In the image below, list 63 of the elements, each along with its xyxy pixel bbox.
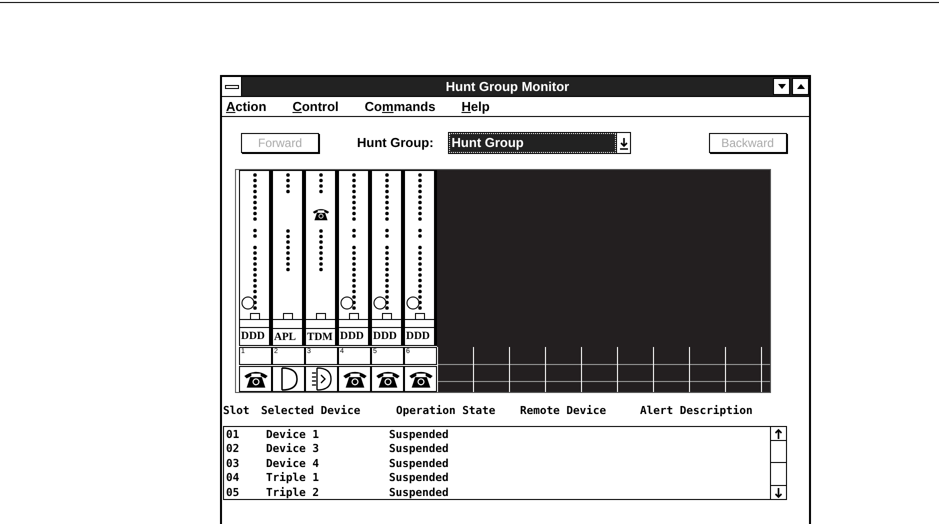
card-label: TDM bbox=[306, 330, 333, 344]
column-header: Alert Description bbox=[640, 403, 754, 419]
table-cell-text: 04 bbox=[226, 471, 240, 486]
line-card[interactable]: APL bbox=[272, 170, 305, 346]
table-cell-text: 05 bbox=[226, 486, 240, 500]
line-card[interactable]: DDD bbox=[239, 170, 272, 346]
line-card[interactable]: TDM bbox=[305, 170, 338, 346]
table-cell-text: Device 3 bbox=[266, 442, 320, 456]
column-header: Remote Device bbox=[520, 403, 608, 419]
table-cell-text: Suspended bbox=[389, 442, 450, 456]
line-card[interactable]: DDD bbox=[338, 170, 371, 346]
menu-item[interactable]: Action bbox=[226, 96, 266, 116]
column-header: Selected Device bbox=[261, 403, 362, 419]
telephone-icon bbox=[312, 207, 330, 222]
menu-item[interactable]: Control bbox=[292, 96, 339, 116]
device-tile[interactable] bbox=[305, 366, 338, 392]
column-header: Operation State bbox=[396, 403, 496, 419]
latch-drawing bbox=[415, 312, 425, 319]
down-arrow-icon bbox=[616, 133, 630, 153]
device-tile[interactable] bbox=[338, 366, 371, 392]
line-card[interactable]: DDD bbox=[371, 170, 404, 346]
hunt-group-dropdown[interactable]: Hunt Group bbox=[448, 132, 631, 154]
table-cell-text: 03 bbox=[226, 456, 240, 471]
device-tile[interactable] bbox=[239, 366, 272, 392]
maximize-button[interactable] bbox=[792, 78, 809, 95]
menu-item[interactable]: Commands bbox=[364, 96, 436, 116]
table-cell-text: Device 4 bbox=[266, 456, 320, 471]
table-cell-text: Suspended bbox=[389, 456, 450, 471]
latch-drawing bbox=[349, 312, 359, 319]
card-label: DDD bbox=[240, 329, 265, 344]
d-shape-with-lines-icon bbox=[310, 367, 332, 391]
latch-drawing bbox=[316, 312, 326, 319]
line-card[interactable]: DDD bbox=[404, 170, 437, 346]
table-cell-text: Triple 1 bbox=[266, 471, 320, 486]
window-title: Hunt Group Monitor bbox=[444, 78, 570, 96]
table-cell-text: 02 bbox=[226, 442, 240, 456]
table-cell-text: Suspended bbox=[389, 471, 450, 486]
system-menu-button[interactable] bbox=[222, 77, 242, 96]
up-triangle-icon bbox=[796, 84, 804, 89]
table-cell-text: Device 1 bbox=[266, 428, 320, 442]
device-tile[interactable] bbox=[272, 366, 305, 392]
latch-drawing bbox=[283, 312, 293, 319]
table-cell-text: Suspended bbox=[389, 428, 450, 442]
device-tile[interactable] bbox=[371, 366, 404, 392]
table-cell-text: Suspended bbox=[389, 486, 450, 500]
device-tile[interactable] bbox=[404, 366, 437, 392]
hunt-group-label: Hunt Group: bbox=[357, 134, 434, 152]
d-shape-icon bbox=[278, 367, 298, 391]
card-label: APL bbox=[273, 330, 296, 344]
card-label: DDD bbox=[339, 329, 364, 344]
latch-drawing bbox=[382, 312, 392, 319]
latch-drawing bbox=[250, 312, 260, 319]
down-triangle-icon bbox=[778, 84, 786, 89]
down-arrow-icon[interactable] bbox=[771, 484, 786, 498]
card-label: DDD bbox=[405, 329, 430, 344]
minimize-button[interactable] bbox=[773, 78, 790, 95]
column-header: Slot bbox=[223, 403, 250, 419]
card-label: DDD bbox=[372, 329, 397, 344]
scrollbar[interactable] bbox=[770, 426, 786, 498]
up-arrow-icon[interactable] bbox=[771, 426, 786, 440]
table-cell-text: 01 bbox=[226, 428, 240, 442]
menu-item[interactable]: Help bbox=[461, 96, 490, 116]
table-cell-text: Triple 2 bbox=[266, 486, 320, 500]
